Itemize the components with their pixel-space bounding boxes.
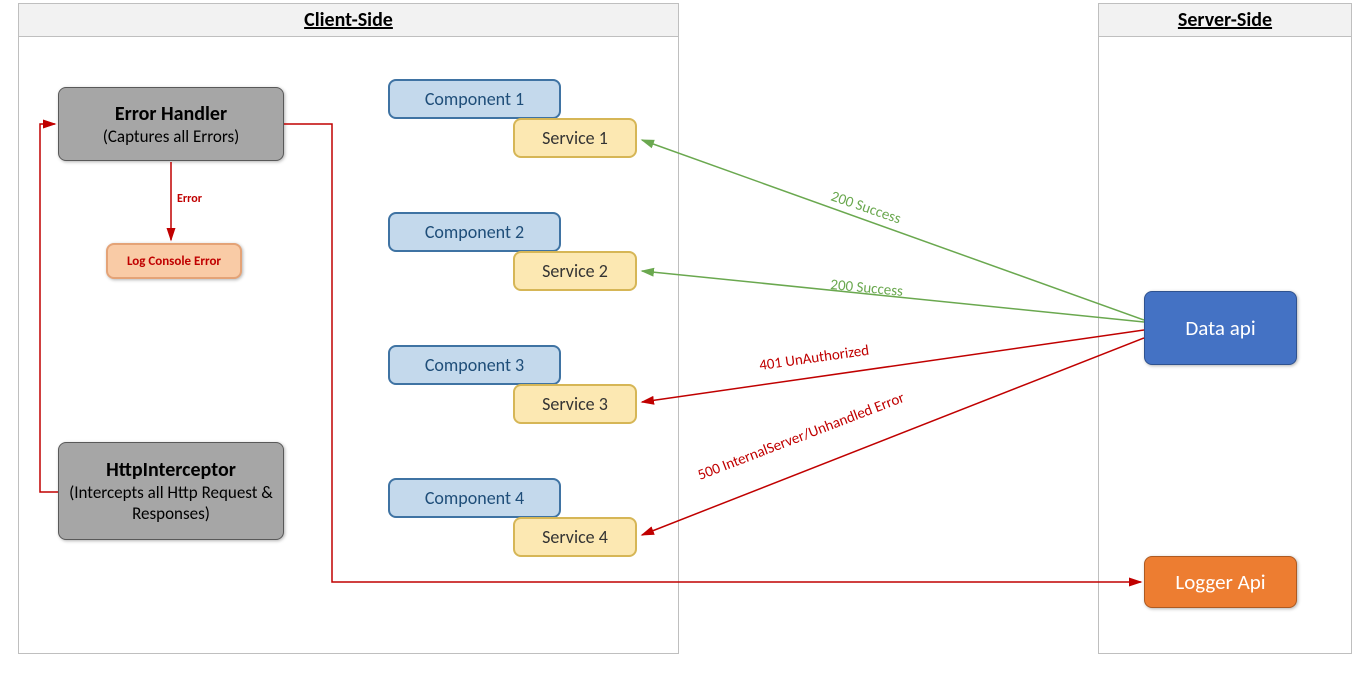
error-handler-title: Error Handler [115,102,227,126]
service-1-label: Service 1 [542,127,608,149]
label-200-success-2: 200 Success [830,276,904,301]
server-side-header: Server-Side [1099,4,1351,37]
service-2-label: Service 2 [542,260,608,282]
http-interceptor-sub: (Intercepts all Http Request & Responses… [59,482,283,524]
arrow-data-to-svc4 [642,338,1144,535]
component-2-box: Component 2 [388,212,561,252]
component-4-label: Component 4 [425,487,524,509]
log-console-error-label: Log Console Error [127,254,221,269]
arrow-data-to-svc2 [642,271,1144,322]
component-1-label: Component 1 [425,88,524,110]
error-handler-sub: (Captures all Errors) [103,126,240,147]
arrow-data-to-svc3 [642,330,1144,402]
http-interceptor-box: HttpInterceptor (Intercepts all Http Req… [58,442,284,540]
component-1-box: Component 1 [388,79,561,119]
client-side-header: Client-Side [19,4,678,37]
label-200-success-1: 200 Success [828,188,903,229]
component-4-box: Component 4 [388,478,561,518]
label-401-unauthorized: 401 UnAuthorized [758,342,870,375]
service-3-label: Service 3 [542,393,608,415]
arrow-data-to-svc1 [642,140,1144,320]
data-api-box: Data api [1144,291,1297,365]
service-3-box: Service 3 [513,384,637,424]
data-api-label: Data api [1185,315,1255,341]
error-arrow-label: Error [177,192,202,206]
logger-api-label: Logger Api [1175,569,1265,595]
service-1-box: Service 1 [513,118,637,158]
http-interceptor-title: HttpInterceptor [106,458,236,482]
error-handler-box: Error Handler (Captures all Errors) [58,87,284,161]
logger-api-box: Logger Api [1144,556,1297,608]
service-2-box: Service 2 [513,251,637,291]
service-4-box: Service 4 [513,517,637,557]
label-500-error: 500 InternalServer/Unhandled Error [695,389,907,485]
component-3-box: Component 3 [388,345,561,385]
component-3-label: Component 3 [425,354,524,376]
service-4-label: Service 4 [542,526,608,548]
component-2-label: Component 2 [425,221,524,243]
log-console-error-box: Log Console Error [106,243,242,279]
